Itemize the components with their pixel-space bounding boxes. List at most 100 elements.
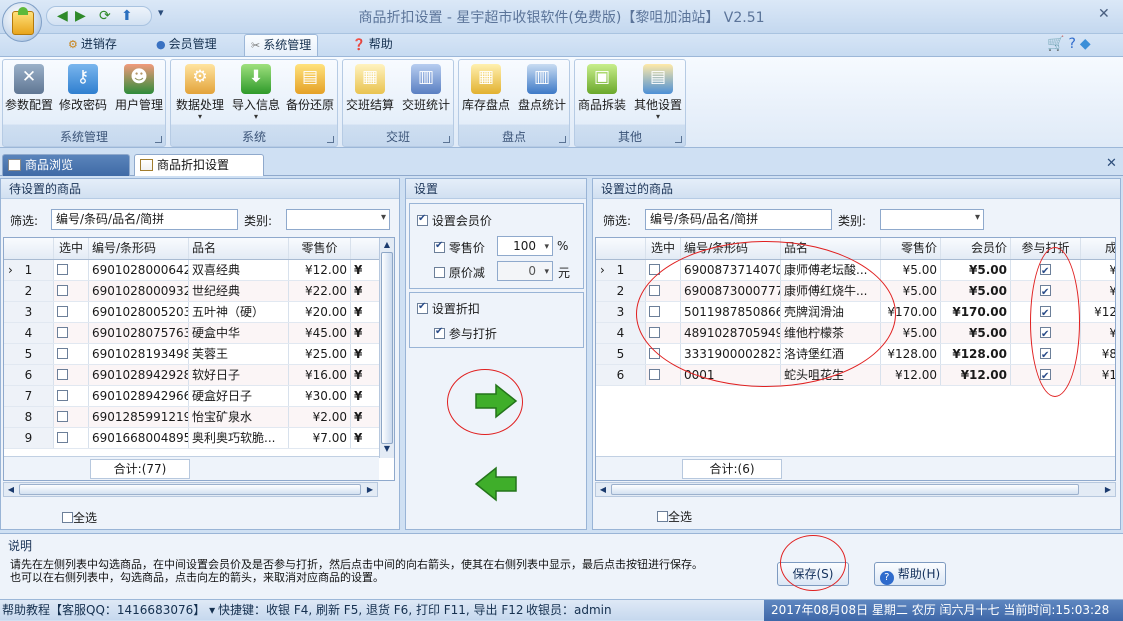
- original-price-minus-checkbox[interactable]: 原价减: [434, 264, 485, 281]
- group-launcher-icon[interactable]: [155, 136, 162, 143]
- set-member-price-checkbox[interactable]: 设置会员价: [417, 212, 492, 229]
- row-select[interactable]: [54, 323, 89, 343]
- shift-settle-button[interactable]: 交班结算: [343, 62, 397, 124]
- left-horizontal-scrollbar[interactable]: ◀ ▶: [3, 482, 378, 497]
- table-row[interactable]: 3 6901028005203 五叶神（硬） ¥20.00 ¥: [4, 302, 381, 323]
- other-settings-button[interactable]: 其他设置▾: [631, 62, 685, 124]
- checkbox-icon[interactable]: [57, 432, 68, 443]
- left-select-all[interactable]: 全选: [62, 509, 97, 526]
- checkbox-icon[interactable]: [57, 369, 68, 380]
- set-discount-checkbox[interactable]: 设置折扣: [417, 300, 480, 317]
- checkbox-icon[interactable]: [434, 326, 445, 339]
- import-info-button[interactable]: 导入信息▾: [229, 62, 283, 124]
- row-select[interactable]: [54, 428, 89, 448]
- left-vertical-scrollbar[interactable]: ▲ ▼: [379, 238, 394, 458]
- scroll-down-icon[interactable]: ▼: [380, 444, 394, 456]
- group-launcher-icon[interactable]: [327, 136, 334, 143]
- tab-inventory[interactable]: ⚙ 进销存: [62, 34, 123, 56]
- scroll-up-icon[interactable]: ▲: [380, 240, 394, 252]
- right-filter-input[interactable]: 编号/条码/品名/简拼: [645, 209, 832, 230]
- checkbox-icon[interactable]: [649, 369, 660, 380]
- stocktake-button[interactable]: 库存盘点: [459, 62, 513, 124]
- help-tutorial-link[interactable]: 帮助教程【客服QQ：1416683076】 ▾: [2, 600, 215, 620]
- row-select[interactable]: [54, 365, 89, 385]
- tab-system[interactable]: ✂ 系统管理: [244, 34, 319, 56]
- left-category-select[interactable]: [286, 209, 390, 230]
- shift-stats-button[interactable]: 交班统计: [399, 62, 453, 124]
- row-select[interactable]: [54, 281, 89, 301]
- scroll-thumb[interactable]: [19, 484, 361, 495]
- retail-price-checkbox[interactable]: 零售价: [434, 239, 485, 256]
- checkbox-icon[interactable]: [57, 390, 68, 401]
- checkbox-icon[interactable]: [434, 240, 445, 253]
- checkbox-icon[interactable]: [57, 327, 68, 338]
- group-launcher-icon[interactable]: [443, 136, 450, 143]
- change-password-button[interactable]: 修改密码: [57, 62, 109, 124]
- retail-percent-stepper[interactable]: 100: [497, 236, 553, 256]
- tab-product-browse[interactable]: 商品浏览: [2, 154, 130, 176]
- user-management-button[interactable]: 用户管理: [111, 62, 167, 124]
- close-tab-icon[interactable]: ✕: [1106, 156, 1117, 171]
- product-name: 软好日子: [189, 365, 289, 385]
- row-select[interactable]: [54, 260, 89, 280]
- help-button[interactable]: ? 帮助(H): [874, 562, 946, 586]
- checkbox-icon[interactable]: [57, 306, 68, 317]
- right-select-all[interactable]: 全选: [657, 508, 692, 525]
- row-select[interactable]: [54, 344, 89, 364]
- checkbox-icon[interactable]: [57, 285, 68, 296]
- stocktake-stats-button[interactable]: 盘点统计: [515, 62, 569, 124]
- checkbox-icon[interactable]: [417, 301, 428, 314]
- scroll-left-icon[interactable]: ◀: [4, 483, 18, 496]
- right-panel-title: 设置过的商品: [593, 179, 1120, 199]
- product-name: 奥利奥巧软脆...: [189, 428, 289, 448]
- close-window-button[interactable]: ✕: [1098, 6, 1110, 22]
- row-select[interactable]: [646, 365, 681, 385]
- scroll-right-icon[interactable]: ▶: [1101, 483, 1115, 496]
- group-launcher-icon[interactable]: [675, 136, 682, 143]
- row-select[interactable]: [54, 302, 89, 322]
- table-row[interactable]: 4 6901028075763 硬盒中华 ¥45.00 ¥: [4, 323, 381, 344]
- row-select[interactable]: [54, 407, 89, 427]
- scroll-thumb[interactable]: [611, 484, 1079, 495]
- scroll-thumb[interactable]: [381, 252, 393, 444]
- skin-icon[interactable]: ◆: [1080, 36, 1095, 52]
- retail-price: ¥30.00: [289, 386, 351, 406]
- checkbox-icon[interactable]: [57, 348, 68, 359]
- right-category-select[interactable]: [880, 209, 984, 230]
- table-row[interactable]: 9 6901668004895 奥利奥巧软脆... ¥7.00 ¥: [4, 428, 381, 449]
- table-row[interactable]: 5 6901028193498 芙蓉王 ¥25.00 ¥: [4, 344, 381, 365]
- table-row[interactable]: 7 6901028942966 硬盒好日子 ¥30.00 ¥: [4, 386, 381, 407]
- move-left-arrow-icon[interactable]: [474, 466, 518, 502]
- checkbox-icon[interactable]: [62, 512, 73, 523]
- tab-discount-settings[interactable]: 商品折扣设置: [134, 154, 264, 176]
- row-select[interactable]: [54, 386, 89, 406]
- original-minus-stepper[interactable]: 0: [497, 261, 553, 281]
- data-processing-button[interactable]: 数据处理▾: [173, 62, 227, 124]
- checkbox-icon[interactable]: [434, 267, 445, 278]
- scroll-left-icon[interactable]: ◀: [596, 483, 610, 496]
- extra-col: ¥12: [1081, 302, 1115, 322]
- left-filter-input[interactable]: 编号/条码/品名/简拼: [51, 209, 238, 230]
- note-text: 请先在左侧列表中勾选商品，在中间设置会员价及是否参与打折，然后点击中间的向右箭头…: [10, 558, 703, 584]
- table-row[interactable]: › 1 6901028000642 双喜经典 ¥12.00 ¥: [4, 260, 381, 281]
- product-assembly-button[interactable]: 商品拆装: [575, 62, 629, 124]
- tab-help[interactable]: ❓ 帮助: [346, 34, 399, 56]
- app-menu-button[interactable]: [2, 2, 42, 42]
- cart-icon[interactable]: 🛒: [1047, 36, 1068, 52]
- right-horizontal-scrollbar[interactable]: ◀ ▶: [595, 482, 1116, 497]
- backup-restore-button[interactable]: 备份还原: [283, 62, 337, 124]
- scroll-right-icon[interactable]: ▶: [363, 483, 377, 496]
- group-launcher-icon[interactable]: [559, 136, 566, 143]
- checkbox-icon[interactable]: [57, 264, 68, 275]
- checkbox-icon[interactable]: [417, 213, 428, 226]
- question-icon[interactable]: ?: [1068, 36, 1079, 52]
- table-row[interactable]: 2 6901028000932 世纪经典 ¥22.00 ¥: [4, 281, 381, 302]
- params-config-button[interactable]: 参数配置: [3, 62, 55, 124]
- table-row[interactable]: 6 6901028942928 软好日子 ¥16.00 ¥: [4, 365, 381, 386]
- table-row[interactable]: 8 6901285991219 怡宝矿泉水 ¥2.00 ¥: [4, 407, 381, 428]
- checkbox-icon[interactable]: [657, 511, 668, 522]
- checkbox-icon[interactable]: [57, 411, 68, 422]
- tab-members[interactable]: ● 会员管理: [150, 34, 223, 56]
- member-price: ¥5.00: [941, 323, 1011, 343]
- join-discount-checkbox[interactable]: 参与打折: [434, 325, 497, 342]
